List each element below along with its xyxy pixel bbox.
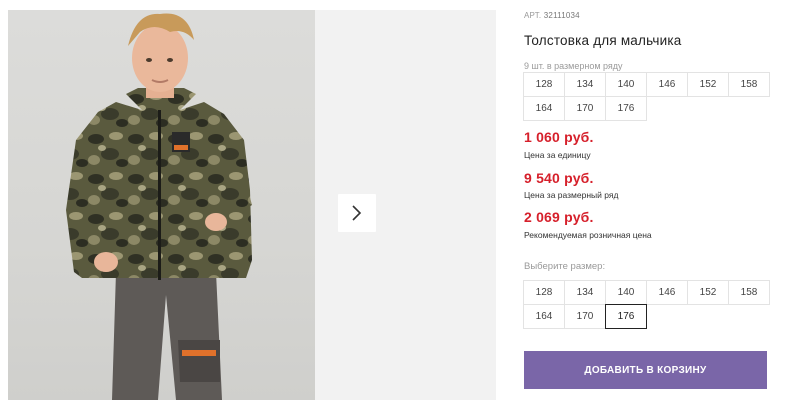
retail-price: 2 069 руб. — [524, 209, 594, 225]
size-option[interactable]: 164 — [523, 304, 565, 329]
size-selector: 128 134 140 146 152 158 164 170 176 — [523, 280, 770, 329]
row-price: 9 540 руб. — [524, 170, 594, 186]
article-number: АРТ. 32111034 — [524, 11, 580, 20]
product-gallery — [8, 10, 496, 400]
size-option-selected[interactable]: 176 — [605, 304, 647, 329]
choose-size-label: Выберите размер: — [524, 261, 606, 272]
retail-price-caption: Рекомендуемая розничная цена — [524, 230, 652, 240]
size-row-cell: 134 — [564, 72, 606, 97]
size-row-grid: 128 134 140 146 152 158 164 170 176 — [523, 72, 770, 121]
article-value: 32111034 — [543, 11, 580, 20]
size-option[interactable]: 158 — [728, 280, 770, 305]
size-option[interactable]: 152 — [687, 280, 729, 305]
size-row-note: 9 шт. в размерном ряду — [524, 61, 623, 71]
size-row-cell: 164 — [523, 96, 565, 121]
size-option[interactable]: 140 — [605, 280, 647, 305]
size-row-cell: 158 — [728, 72, 770, 97]
add-to-cart-button[interactable]: ДОБАВИТЬ В КОРЗИНУ — [524, 351, 767, 389]
chevron-right-icon — [352, 205, 362, 221]
article-label: АРТ. — [524, 11, 542, 20]
size-row-cell: 170 — [564, 96, 606, 121]
unit-price-caption: Цена за единицу — [524, 150, 591, 160]
size-option[interactable]: 170 — [564, 304, 606, 329]
size-row-cell: 140 — [605, 72, 647, 97]
size-row-cell: 128 — [523, 72, 565, 97]
boy-in-camo-jacket-image — [66, 13, 252, 400]
product-title: Толстовка для мальчика — [524, 33, 682, 48]
size-option[interactable]: 128 — [523, 280, 565, 305]
product-photo — [8, 10, 315, 400]
size-option[interactable]: 146 — [646, 280, 688, 305]
gallery-next-button[interactable] — [338, 194, 376, 232]
row-price-caption: Цена за размерный ряд — [524, 190, 619, 200]
unit-price: 1 060 руб. — [524, 129, 594, 145]
size-option[interactable]: 134 — [564, 280, 606, 305]
size-row-cell: 176 — [605, 96, 647, 121]
size-row-cell: 146 — [646, 72, 688, 97]
size-row-cell: 152 — [687, 72, 729, 97]
